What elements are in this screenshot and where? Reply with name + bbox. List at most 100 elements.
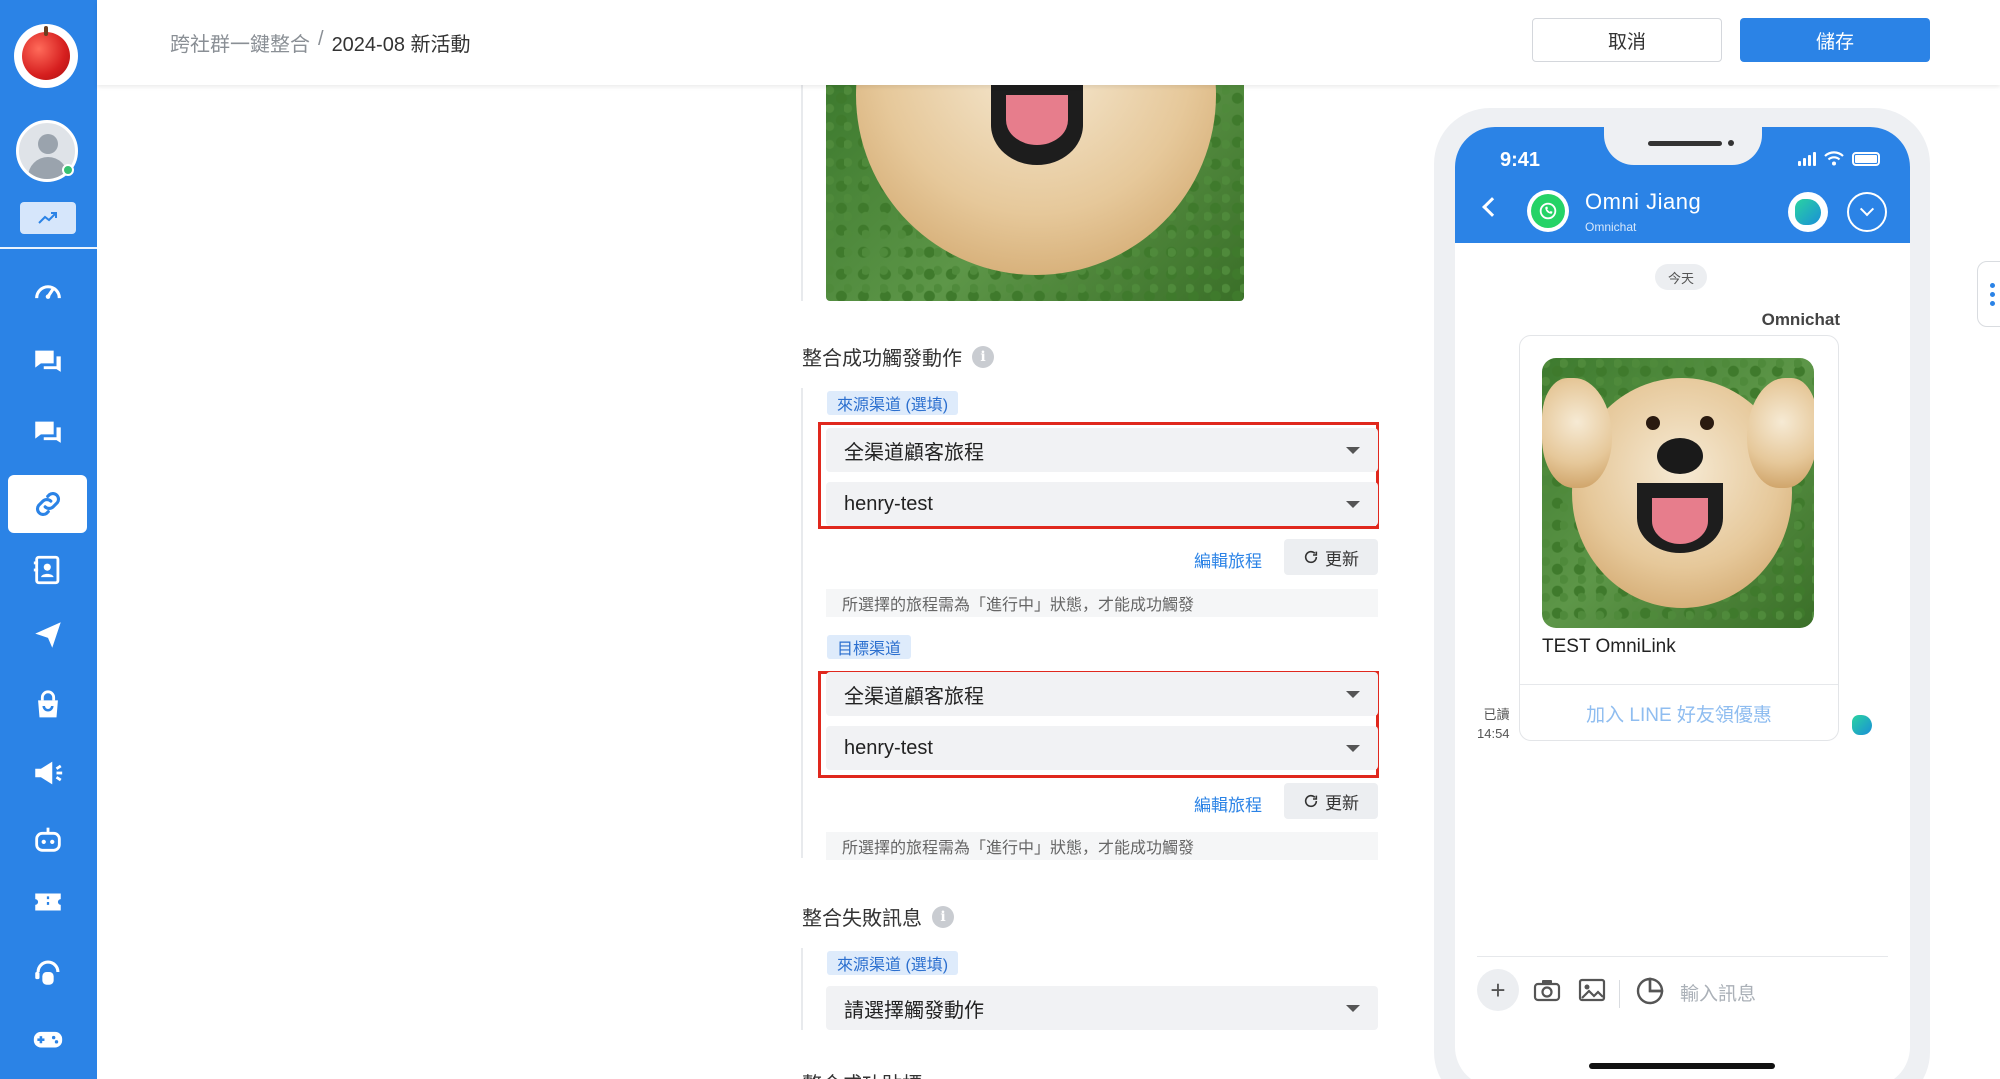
caret-down-icon [1346,745,1360,752]
sidebar-item-broadcast[interactable] [8,606,87,664]
breadcrumb-separator: / [318,28,324,50]
card-divider [1520,684,1838,685]
refresh-button[interactable]: 更新 [1284,539,1378,575]
apple-logo[interactable] [14,24,78,88]
message-sender: Omnichat [1761,310,1840,329]
phone-notch [1604,127,1762,165]
sidebar-item-omnilink[interactable] [8,475,87,533]
caret-down-icon [1346,1005,1360,1012]
dog-photo [1542,358,1814,628]
sidebar-item-game[interactable] [8,1010,87,1068]
breadcrumb-parent[interactable]: 跨社群一鍵整合 [170,28,310,57]
sidebar-item-shop[interactable] [8,677,87,735]
info-icon[interactable]: i [972,345,994,368]
cancel-button[interactable]: 取消 [1532,18,1722,62]
sidebar-item-ticket[interactable] [8,873,87,931]
sidebar-item-bot[interactable] [8,810,87,868]
edit-journey-link[interactable]: 編輯旅程 [1194,547,1262,572]
plus-icon[interactable]: + [1477,969,1519,1011]
sidebar-item-contacts[interactable] [8,541,87,599]
card-title: TEST OmniLink [1542,636,1676,657]
chat-bubbles-icon [34,421,61,443]
success-tag-section-title: 整合成功貼標 [802,1068,922,1079]
source-journey-name-select[interactable]: henry-test [826,482,1378,526]
sidebar-item-dashboard[interactable] [8,262,87,320]
caret-down-icon [1346,501,1360,508]
speedometer-icon [34,285,61,299]
refresh-icon [1304,550,1318,564]
journey-hint: 所選擇的旅程需為「進行中」狀態，才能成功觸發 [826,832,1378,860]
sidebar-item-campaign[interactable] [8,744,87,802]
info-icon[interactable]: i [932,905,954,928]
phone-screen: 9:41 Omni Jiang Omnichat 今天 Omnichat TES… [1455,127,1910,1079]
section-rail [801,388,803,858]
sidebar-item-chat-2[interactable] [8,404,87,462]
success-tag-title-text: 整合成功貼標 [802,1068,922,1079]
message-card: TEST OmniLink 加入 LINE 好友領優惠 [1519,335,1839,741]
fail-title-text: 整合失敗訊息 [802,908,922,930]
agent-icon [34,960,59,985]
target-journey-type-select[interactable]: 全渠道顧客旅程 [826,672,1378,716]
megaphone-icon [34,761,62,785]
read-time: 14:54 [1477,726,1510,741]
source-journey-type-select[interactable]: 全渠道顧客旅程 [826,428,1378,472]
fail-action-select[interactable]: 請選擇觸發動作 [826,986,1378,1030]
apple-icon [22,26,70,80]
link-icon [35,491,60,517]
trend-button[interactable] [20,202,76,234]
journey-hint: 所選擇的旅程需為「進行中」狀態，才能成功觸發 [826,589,1378,617]
select-value: henry-test [844,492,933,515]
breadcrumb: 跨社群一鍵整合 / 2024-08 新活動 [170,28,471,57]
signal-icon [1798,152,1816,166]
select-placeholder: 請選擇觸發動作 [844,999,984,1022]
target-journey-name-select[interactable]: henry-test [826,726,1378,770]
success-section-title: 整合成功觸發動作 i [802,342,994,371]
omnichat-avatar-icon [1852,715,1872,735]
online-status-dot [62,164,74,176]
shop-bag-icon [37,690,58,718]
select-value: henry-test [844,736,933,759]
sidebar-item-support[interactable] [8,943,87,1001]
success-title-text: 整合成功觸發動作 [802,348,962,370]
status-icons [1798,151,1880,166]
trend-up-icon [38,212,57,224]
ticket-icon [34,893,61,911]
wifi-icon [1824,151,1844,166]
caret-down-icon [1346,447,1360,454]
section-rail [801,948,803,1030]
side-panel-handle[interactable] [1977,261,2000,327]
refresh-icon [1304,794,1318,808]
dog-photo [826,85,1244,301]
gamepad-icon [33,1031,62,1048]
section-rail [801,85,803,301]
contact-name: Omni Jiang [1585,189,1702,214]
battery-icon [1852,152,1880,166]
refresh-button[interactable]: 更新 [1284,783,1378,819]
message-input[interactable]: 輸入訊息 [1680,979,1756,1006]
save-button[interactable]: 儲存 [1740,18,1930,62]
camera-icon[interactable] [1533,978,1561,1002]
read-status: 已讀 [1483,707,1510,722]
home-indicator [1589,1063,1775,1069]
breadcrumb-current: 2024-08 新活動 [331,34,471,56]
select-value: 全渠道顧客旅程 [844,685,984,708]
date-divider: 今天 [1655,264,1707,290]
omnichat-logo-icon [1788,192,1828,232]
image-icon[interactable] [1578,978,1606,1002]
refresh-label: 更新 [1325,793,1359,813]
chevron-down-icon[interactable] [1847,192,1887,232]
select-value: 全渠道顧客旅程 [844,441,984,464]
top-header: 跨社群一鍵整合 / 2024-08 新活動 取消 儲存 [97,0,2000,85]
source-channel-tag: 來源渠道 (選填) [827,391,959,415]
contact-subtitle: Omnichat [1585,220,1637,234]
refresh-label: 更新 [1325,549,1359,569]
robot-icon [34,827,61,852]
sticker-icon[interactable] [1635,976,1665,1006]
edit-journey-link[interactable]: 編輯旅程 [1194,791,1262,816]
fail-section-title: 整合失敗訊息 i [802,902,954,931]
join-line-button[interactable]: 加入 LINE 好友領優惠 [1520,686,1838,740]
sidebar-item-chat[interactable] [8,333,87,391]
input-divider [1477,956,1888,957]
chat-bubbles-icon [34,350,61,372]
caret-down-icon [1346,691,1360,698]
